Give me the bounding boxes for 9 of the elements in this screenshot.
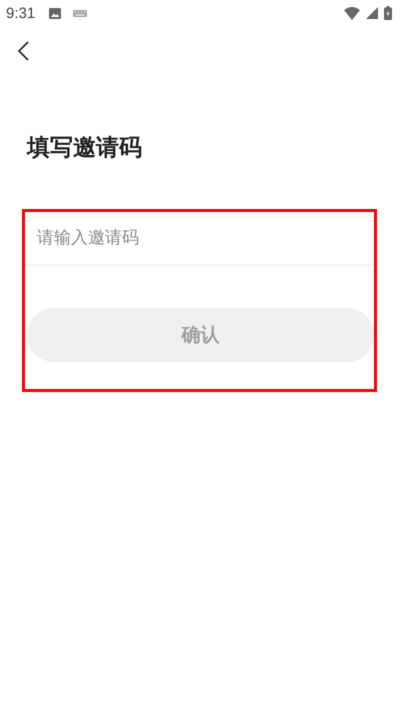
page-title: 填写邀请码: [27, 134, 143, 163]
battery-icon: [384, 6, 392, 20]
image-icon: [49, 8, 62, 18]
status-time: 9:31: [6, 4, 36, 22]
keyboard-icon: [73, 10, 88, 16]
back-icon[interactable]: [17, 41, 29, 61]
signal-icon: [366, 7, 378, 19]
wifi-icon: [344, 6, 360, 20]
invite-code-field[interactable]: 请输入邀请码: [25, 212, 374, 264]
